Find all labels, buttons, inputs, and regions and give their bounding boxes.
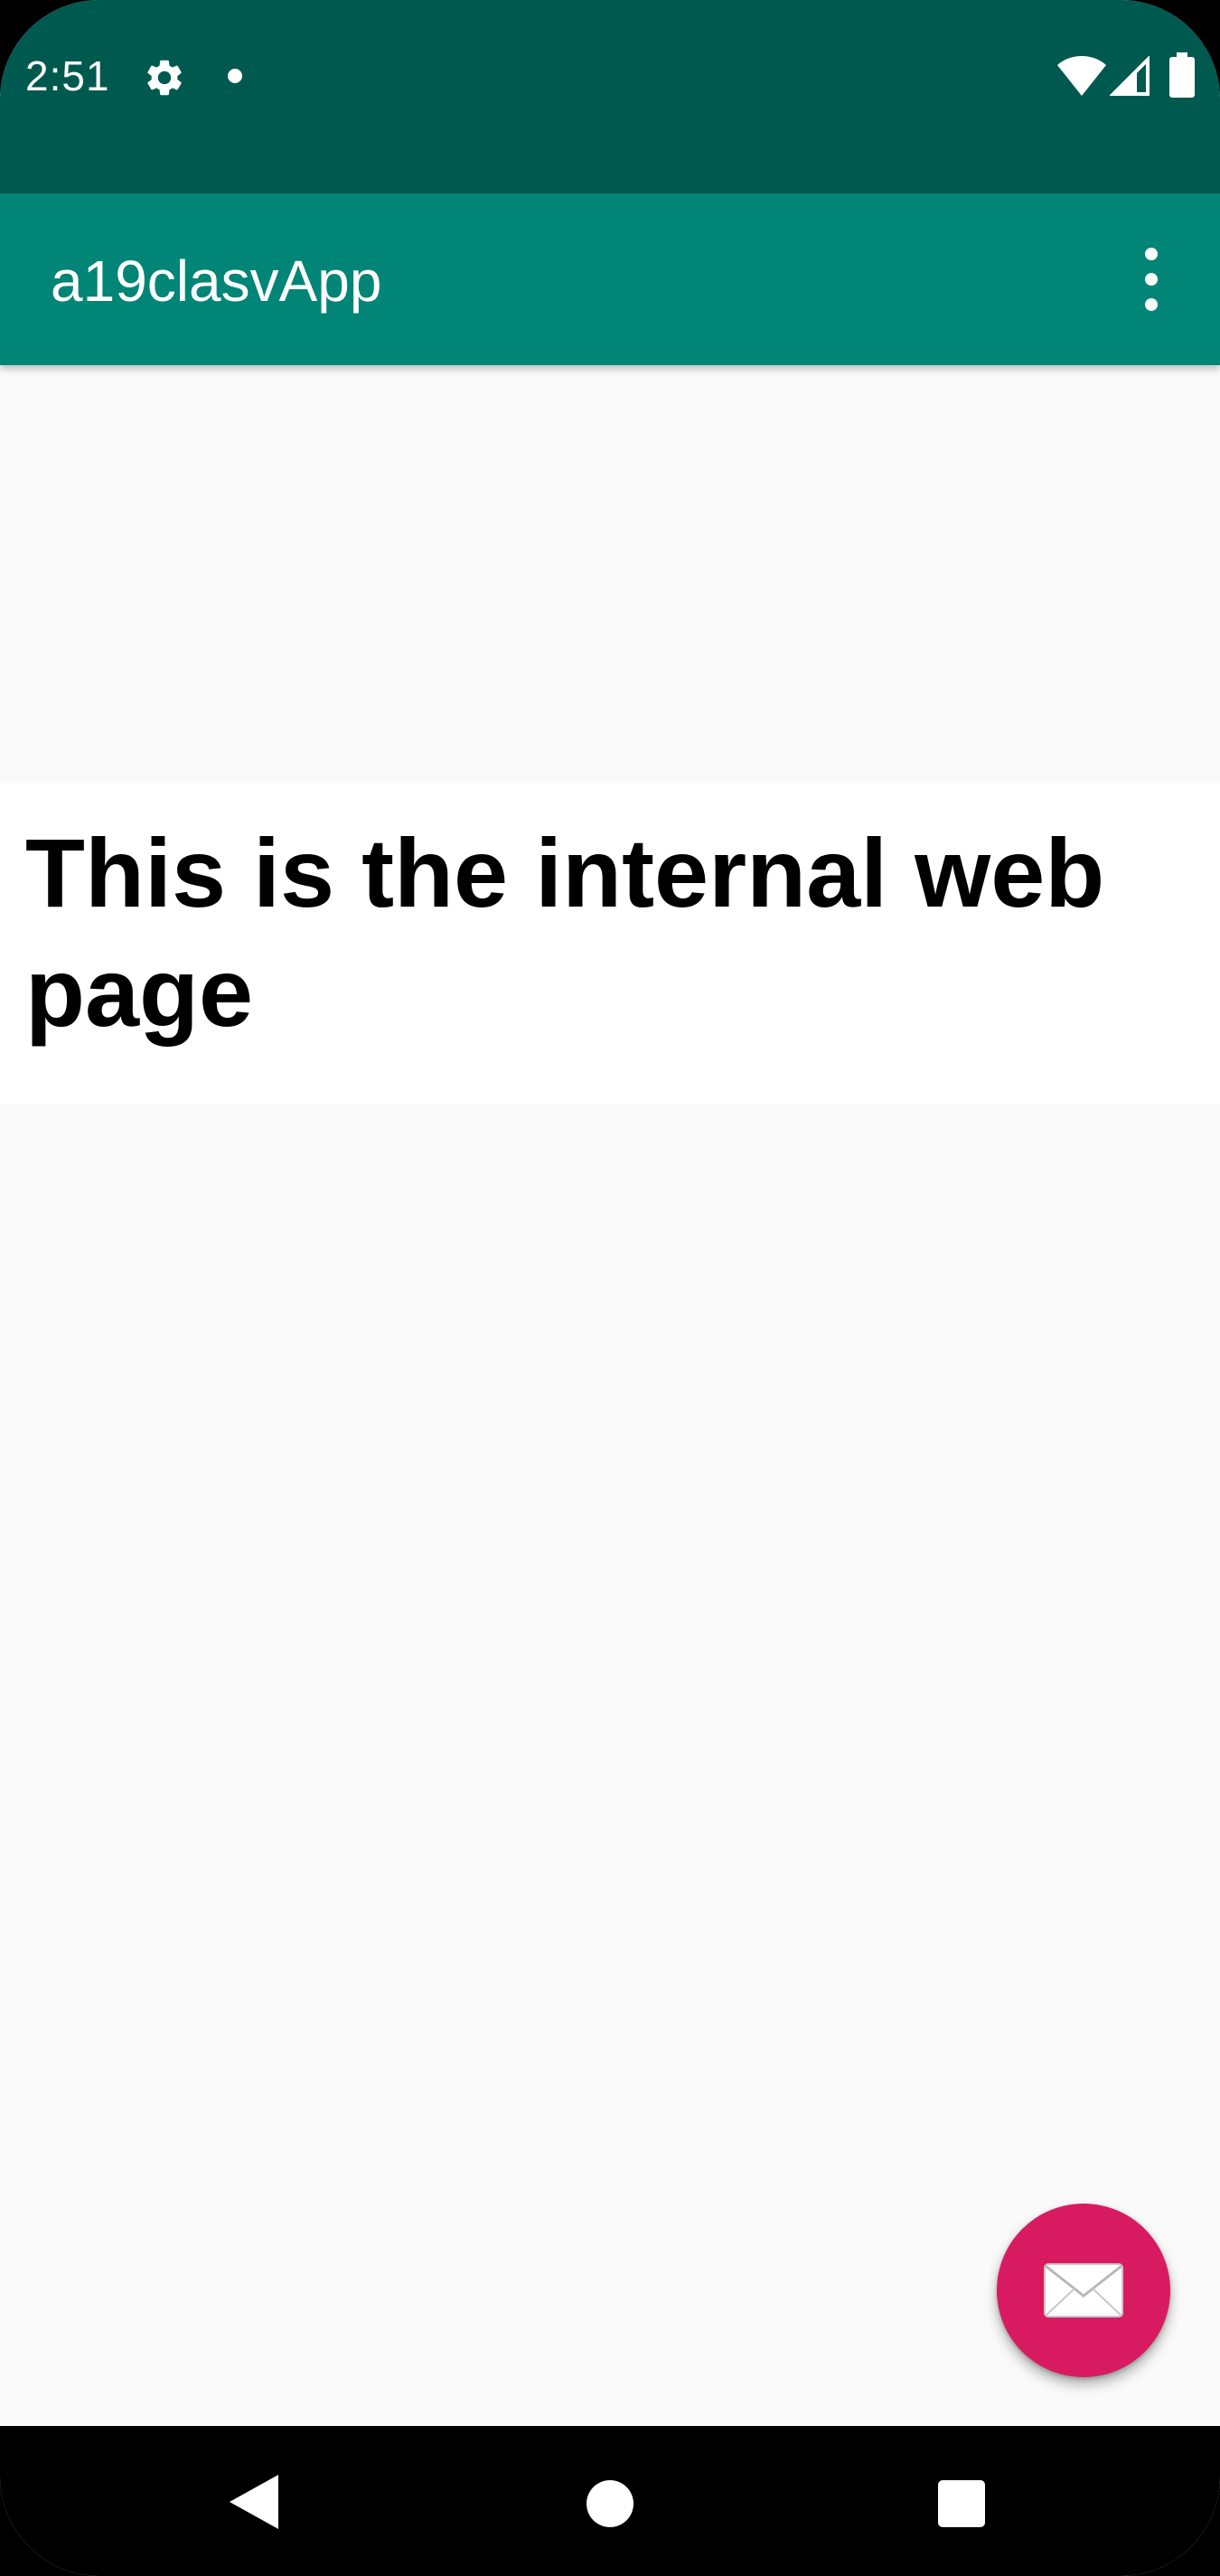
back-icon[interactable] — [230, 2475, 278, 2529]
gear-icon — [147, 60, 182, 96]
more-vert-icon[interactable] — [1133, 248, 1169, 311]
navigation-bar — [0, 2426, 1220, 2576]
email-icon — [1044, 2263, 1123, 2317]
wifi-icon — [1057, 56, 1106, 96]
home-icon[interactable] — [587, 2480, 633, 2527]
web-page-heading: This is the internal web page — [25, 818, 1105, 1047]
webview[interactable] — [0, 365, 1220, 2426]
email-fab-button[interactable] — [997, 2204, 1170, 2377]
status-time: 2:51 — [25, 52, 110, 99]
battery-icon — [1169, 52, 1195, 98]
notification-dot-icon — [228, 69, 242, 83]
phone-screen: 2:51 a19clasvApp This is the internal we… — [0, 0, 1220, 2576]
recents-icon[interactable] — [938, 2480, 985, 2527]
signal-icon — [1110, 56, 1150, 96]
app-title: a19clasvApp — [51, 249, 382, 314]
app-bar: a19clasvApp — [0, 193, 1220, 365]
status-bar: 2:51 — [0, 0, 1220, 193]
